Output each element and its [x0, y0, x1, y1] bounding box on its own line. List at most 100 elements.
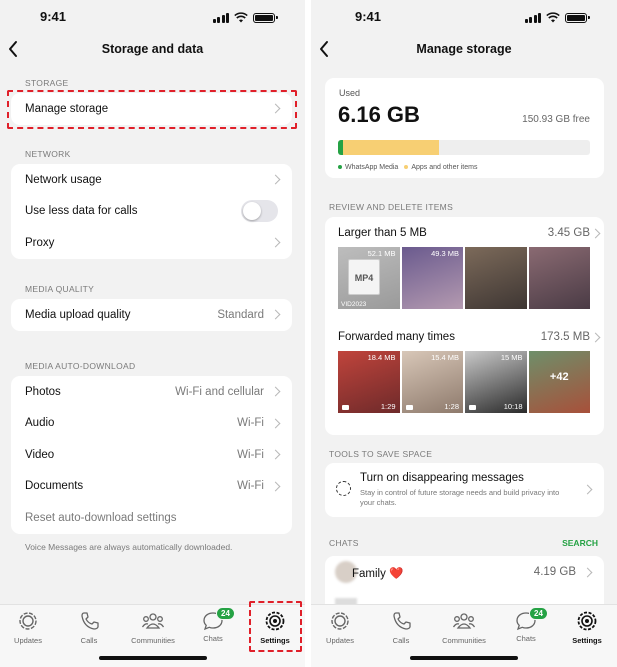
use-less-data-toggle[interactable] [241, 200, 278, 223]
tab-updates[interactable]: Updates [312, 611, 368, 645]
status-bar: 9:41 [0, 8, 305, 28]
timer-icon [336, 481, 351, 496]
tab-bar: Updates Calls Communities 24 Chats Setti… [0, 604, 305, 667]
tab-settings-label: Settings [260, 636, 290, 645]
section-header-chats: CHATS [329, 538, 359, 548]
tab-settings[interactable]: Settings [559, 611, 615, 645]
chat-row-family[interactable]: Family ❤️ 4.19 GB [325, 559, 604, 587]
audio-row[interactable]: Audio Wi-Fi [11, 408, 292, 440]
larger-thumbnails: MP4 VID2023 52.1 MB 49.3 MB [338, 247, 590, 309]
communities-icon [141, 613, 165, 629]
media-quality-group: Media upload quality Standard [11, 299, 292, 331]
larger-title: Larger than 5 MB [338, 227, 427, 239]
reset-auto-download-label: Reset auto-download settings [25, 511, 177, 524]
use-less-data-row: Use less data for calls [11, 196, 292, 228]
media-thumbnail[interactable]: 15 MB 10:18 [465, 351, 527, 413]
tab-communities-label: Communities [131, 636, 175, 645]
section-header-storage: STORAGE [25, 78, 69, 88]
tool-title: Turn on disappearing messages [360, 472, 524, 484]
storage-and-data-screen: 9:41 Storage and data STORAGE Manage sto… [0, 0, 305, 667]
forwarded-thumbnails: 18.4 MB 1:29 15.4 MB 1:28 15 MB 10:18 +42 [338, 351, 590, 413]
tab-chats-label: Chats [516, 634, 536, 643]
updates-icon [19, 612, 37, 630]
media-thumbnail[interactable]: 49.3 MB [401, 247, 463, 309]
section-header-network: NETWORK [25, 149, 71, 159]
audio-label: Audio [25, 417, 55, 430]
documents-value: Wi-Fi [237, 480, 264, 493]
media-thumbnail[interactable]: 18.4 MB 1:29 [338, 351, 400, 413]
tab-updates[interactable]: Updates [0, 611, 56, 645]
section-header-review: REVIEW AND DELETE ITEMS [329, 202, 454, 212]
photos-label: Photos [25, 385, 61, 398]
tab-chats-label: Chats [203, 634, 223, 643]
media-thumbnail[interactable] [528, 247, 590, 309]
documents-label: Documents [25, 480, 84, 493]
tab-calls[interactable]: Calls [61, 611, 117, 645]
video-duration: 10:18 [503, 402, 523, 411]
tab-calls-label: Calls [80, 636, 98, 645]
unread-chats-badge: 24 [529, 607, 548, 620]
gear-icon [265, 611, 285, 631]
forwarded-many-times-row[interactable]: Forwarded many times 173.5 MB [338, 331, 604, 343]
tab-chats[interactable]: 24 Chats [498, 607, 554, 643]
manage-storage-row[interactable]: Manage storage [11, 93, 292, 125]
tab-communities[interactable]: Communities [433, 611, 495, 645]
page-title: Manage storage [416, 42, 512, 56]
thumbnail-size: 15 MB [500, 353, 523, 362]
forwarded-size: 173.5 MB [540, 331, 590, 343]
media-thumbnail[interactable]: 15.4 MB 1:28 [401, 351, 463, 413]
tab-updates-label: Updates [326, 636, 354, 645]
video-camera-icon [405, 405, 413, 410]
video-camera-icon [469, 405, 476, 410]
tab-calls-label: Calls [392, 636, 410, 645]
larger-than-5mb-row[interactable]: Larger than 5 MB 3.45 GB [338, 227, 604, 239]
legend-whatsapp: WhatsApp Media [338, 164, 398, 171]
proxy-label: Proxy [25, 236, 55, 249]
battery-icon [565, 12, 590, 23]
free-space: 150.93 GB free [522, 114, 590, 125]
network-usage-row[interactable]: Network usage [11, 164, 292, 196]
photos-row[interactable]: Photos Wi-Fi and cellular [11, 376, 292, 408]
storage-legend: WhatsApp Media Apps and other items [338, 164, 477, 171]
media-thumbnail[interactable]: +42 [528, 351, 590, 413]
manage-storage-screen: 9:41 Manage storage Used 6.16 GB 150.93 … [311, 0, 617, 667]
tab-bar: Updates Calls Communities 24 Chats Setti… [311, 604, 617, 667]
audio-value: Wi-Fi [237, 417, 264, 430]
storage-group: Manage storage [11, 93, 292, 125]
chevron-right-icon [270, 174, 281, 185]
video-file-icon: MP4 [348, 259, 380, 295]
documents-row[interactable]: Documents Wi-Fi [11, 471, 292, 503]
tab-settings[interactable]: Settings [247, 611, 303, 645]
video-label: Video [25, 448, 55, 461]
chevron-right-icon [590, 228, 601, 239]
media-upload-quality-row[interactable]: Media upload quality Standard [11, 299, 292, 331]
tab-chats[interactable]: 24 Chats [185, 607, 241, 643]
status-time: 9:41 [355, 9, 382, 24]
media-thumbnail[interactable] [465, 247, 527, 309]
search-link[interactable]: SEARCH [562, 538, 598, 548]
disappearing-messages-row[interactable]: Turn on disappearing messages Stay in co… [325, 463, 604, 517]
storage-usage-card: Used 6.16 GB 150.93 GB free WhatsApp Med… [325, 78, 604, 178]
larger-size: 3.45 GB [547, 227, 590, 239]
tool-subtitle: Stay in control of future storage needs … [360, 488, 560, 507]
section-header-media-quality: MEDIA QUALITY [25, 284, 95, 294]
thumbnail-size: 15.4 MB [431, 353, 459, 362]
proxy-row[interactable]: Proxy [11, 227, 292, 259]
media-upload-quality-value: Standard [217, 308, 264, 321]
more-items-count: +42 [549, 371, 569, 383]
status-time: 9:41 [40, 9, 67, 24]
tab-communities[interactable]: Communities [122, 611, 184, 645]
status-bar: 9:41 [311, 8, 617, 28]
reset-auto-download-row[interactable]: Reset auto-download settings [11, 502, 292, 534]
chevron-right-icon [270, 237, 281, 248]
network-usage-label: Network usage [25, 173, 102, 186]
thumbnail-filename: VID2023 [341, 301, 367, 308]
tab-calls[interactable]: Calls [373, 611, 429, 645]
phone-icon [81, 612, 99, 630]
media-thumbnail[interactable]: MP4 VID2023 52.1 MB [338, 247, 400, 309]
section-header-auto-download: MEDIA AUTO-DOWNLOAD [25, 361, 136, 371]
tab-communities-label: Communities [442, 636, 486, 645]
battery-icon [253, 12, 278, 23]
chevron-right-icon [590, 332, 601, 343]
video-row[interactable]: Video Wi-Fi [11, 439, 292, 471]
